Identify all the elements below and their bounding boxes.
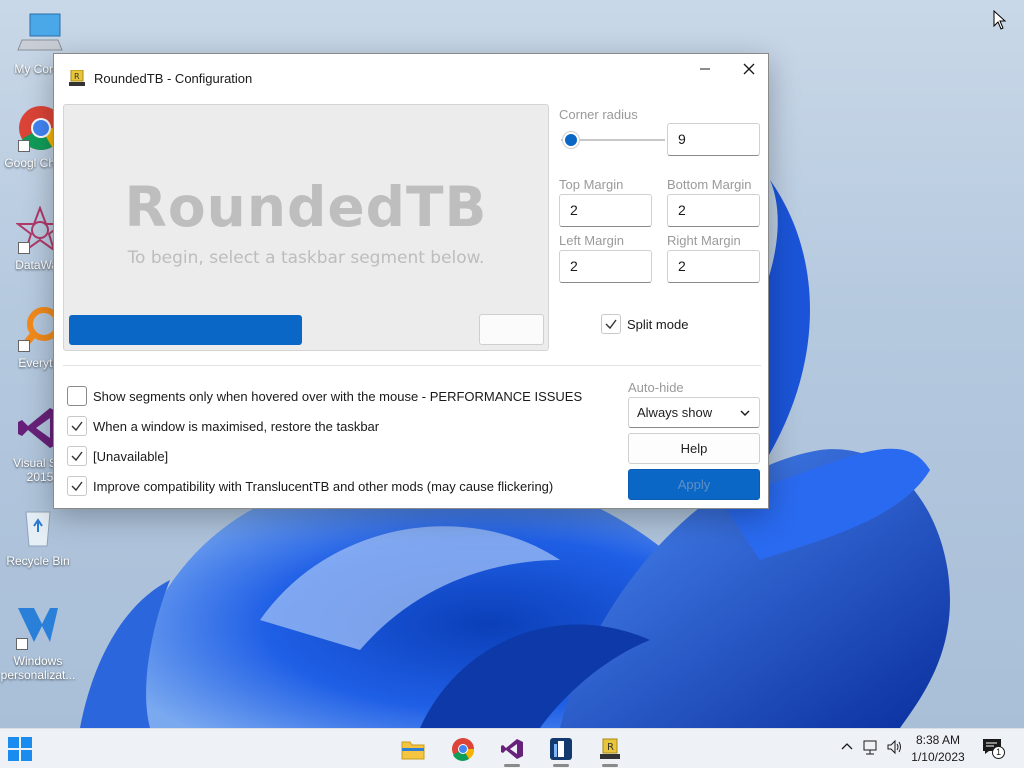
title-bar[interactable]: R RoundedTB - Configuration <box>54 54 768 102</box>
taskbar-file-explorer[interactable] <box>393 733 433 765</box>
checkmark-icon <box>71 481 83 492</box>
preview-instruction: To begin, select a taskbar segment below… <box>127 248 485 268</box>
taskbar-segment-right[interactable] <box>479 314 544 345</box>
shortcut-arrow-icon <box>18 242 30 254</box>
roundedtb-app-icon: R <box>600 738 620 759</box>
apply-button[interactable]: Apply <box>628 469 760 500</box>
auto-hide-label: Auto-hide <box>628 380 684 395</box>
desktop-icon-label: Windows personalizat... <box>0 654 76 682</box>
option-unavailable-checkbox[interactable] <box>67 446 87 466</box>
chevron-down-icon <box>740 410 750 416</box>
auto-hide-selected-value: Always show <box>637 405 713 420</box>
close-icon <box>743 63 755 75</box>
checkmark-icon <box>71 421 83 432</box>
corner-radius-label: Corner radius <box>559 107 638 122</box>
svg-text:R: R <box>74 72 80 81</box>
corner-radius-input[interactable]: 9 <box>667 123 760 156</box>
minimize-icon <box>700 68 710 70</box>
left-margin-label: Left Margin <box>559 233 625 248</box>
folder-icon <box>401 741 425 760</box>
taskbar-chrome[interactable] <box>443 733 483 765</box>
help-button[interactable]: Help <box>628 433 760 464</box>
notification-count-badge: 1 <box>992 746 1005 759</box>
split-mode-checkbox[interactable] <box>601 314 621 334</box>
preview-heading: RoundedTB <box>124 175 488 239</box>
right-margin-label: Right Margin <box>667 233 741 248</box>
start-button[interactable] <box>0 733 40 765</box>
personalization-icon <box>14 602 62 650</box>
bottom-margin-label: Bottom Margin <box>667 177 752 192</box>
taskbar: R 8:38 AM 1/10/2023 1 <box>0 728 1024 768</box>
top-margin-input[interactable]: 2 <box>559 194 652 227</box>
running-indicator <box>553 764 569 767</box>
shortcut-arrow-icon <box>18 340 30 352</box>
option-translucenttb-compat-checkbox[interactable] <box>67 476 87 496</box>
checkmark-icon <box>605 319 617 330</box>
desktop-icon-windows-personalization[interactable]: Windows personalizat... <box>0 602 76 682</box>
close-button[interactable] <box>726 54 772 84</box>
top-margin-label: Top Margin <box>559 177 624 192</box>
windows-logo-icon <box>8 737 32 761</box>
minimize-button[interactable] <box>682 54 728 84</box>
running-indicator <box>504 764 520 767</box>
taskbar-preview-panel: RoundedTB To begin, select a taskbar seg… <box>63 104 549 351</box>
desktop-icon-recycle-bin[interactable]: Recycle Bin <box>0 502 76 568</box>
shortcut-arrow-icon <box>16 638 28 650</box>
svg-text:R: R <box>607 742 614 753</box>
bottom-margin-input[interactable]: 2 <box>667 194 760 227</box>
taskbar-visual-studio[interactable] <box>492 733 532 767</box>
corner-radius-slider-thumb[interactable] <box>562 131 581 149</box>
left-margin-input[interactable]: 2 <box>559 250 652 283</box>
blue-tile-app-icon <box>550 738 572 760</box>
right-margin-input[interactable]: 2 <box>667 250 760 283</box>
checkmark-icon <box>71 451 83 462</box>
taskbar-roundedtb[interactable]: R <box>590 733 630 767</box>
computer-icon <box>16 10 64 58</box>
chevron-up-icon[interactable] <box>840 739 854 753</box>
auto-hide-dropdown[interactable]: Always show <box>628 397 760 428</box>
shortcut-arrow-icon <box>18 140 30 152</box>
taskbar-blue-app[interactable] <box>541 733 581 767</box>
configuration-window: R RoundedTB - Configuration RoundedTB To… <box>53 53 769 509</box>
split-mode-label: Split mode <box>627 317 689 332</box>
chrome-icon <box>452 738 475 761</box>
option-restore-on-maximise-checkbox[interactable] <box>67 416 87 436</box>
recycle-bin-icon <box>14 502 62 550</box>
taskbar-segment-left[interactable] <box>69 315 302 345</box>
option-restore-on-maximise-label: When a window is maximised, restore the … <box>93 419 380 434</box>
taskbar-clock[interactable]: 8:38 AM 1/10/2023 <box>905 732 971 766</box>
option-unavailable-label: [Unavailable] <box>93 449 169 464</box>
clock-time: 8:38 AM <box>915 733 961 747</box>
visual-studio-icon <box>501 739 523 759</box>
desktop-icon-label: Recycle Bin <box>6 554 70 568</box>
running-indicator <box>602 764 618 767</box>
roundedtb-app-icon: R <box>69 70 85 86</box>
notification-center-button[interactable]: 1 <box>982 737 1006 759</box>
window-title: RoundedTB - Configuration <box>94 71 253 86</box>
volume-icon[interactable] <box>886 739 902 755</box>
network-icon[interactable] <box>863 739 881 755</box>
section-divider <box>63 365 761 366</box>
option-translucenttb-compat-label: Improve compatibility with TranslucentTB… <box>93 479 554 494</box>
clock-date: 1/10/2023 <box>911 750 965 764</box>
option-hover-segments-label: Show segments only when hovered over wit… <box>93 389 583 404</box>
mouse-cursor-icon <box>993 10 1007 30</box>
option-hover-segments-checkbox[interactable] <box>67 386 87 406</box>
